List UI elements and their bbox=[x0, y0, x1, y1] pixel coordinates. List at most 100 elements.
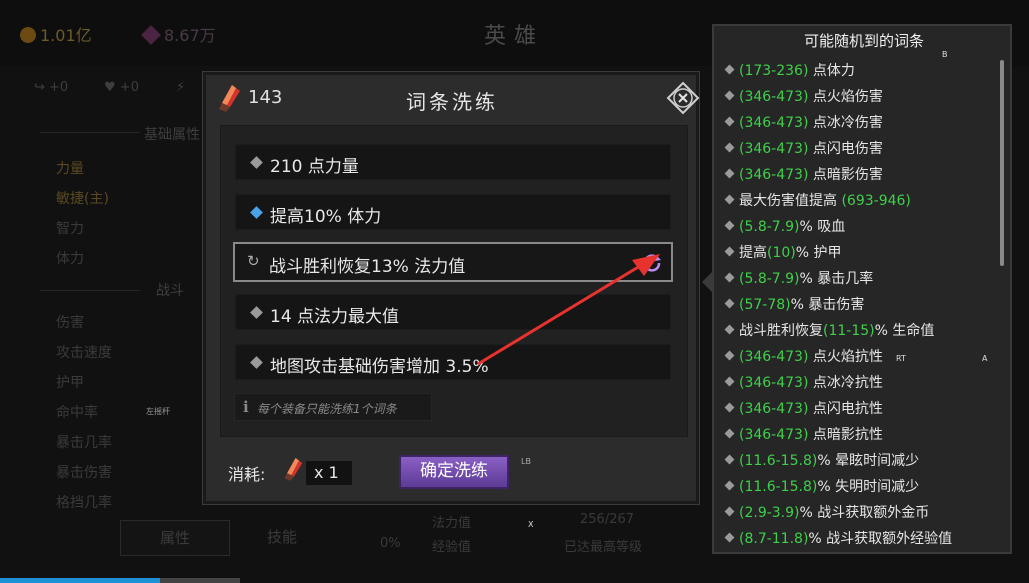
stat-a: ↪ +0 bbox=[34, 80, 69, 95]
affix-text: 14 点法力最大值 bbox=[270, 307, 400, 327]
pool-item-suffix: 点闪电伤害 bbox=[808, 141, 883, 157]
confirm-reroll-button[interactable]: 确定洗练 bbox=[399, 455, 509, 489]
gray-diamond-icon bbox=[724, 168, 735, 179]
dialog-title: 词条洗练 bbox=[406, 90, 498, 114]
pool-item: (346-473) 点冰冷伤害 bbox=[722, 112, 1002, 138]
pool-item-range: (11-15) bbox=[823, 323, 875, 339]
pool-item-range: (173-236) bbox=[739, 63, 809, 79]
panel-pointer bbox=[702, 272, 712, 292]
gray-diamond-icon bbox=[724, 116, 735, 127]
gem-value: 8.67万 bbox=[164, 26, 216, 45]
gray-diamond-icon bbox=[724, 532, 735, 543]
pool-item: (57-78)% 暴击伤害 bbox=[722, 294, 1002, 320]
pool-item-suffix: 点冰冷伤害 bbox=[808, 115, 883, 131]
stat-b: ♥ +0 bbox=[104, 80, 139, 95]
divider bbox=[40, 290, 140, 291]
gray-diamond-icon bbox=[724, 428, 735, 439]
affix-reroll-dialog: 143 词条洗练 210 点力量 提高10% 体力 ↻ 战斗胜利恢复13% 法力… bbox=[203, 72, 700, 504]
pool-item-suffix: % 暴击伤害 bbox=[790, 297, 865, 313]
pool-item-range: (5.8-7.9) bbox=[739, 271, 800, 287]
reroll-crystal-count: 143 bbox=[248, 87, 283, 108]
affix-row[interactable]: 210 点力量 bbox=[235, 144, 671, 180]
cost-quantity-text: x 1 bbox=[314, 463, 339, 482]
pool-item: 战斗胜利恢复(11-15)% 生命值 bbox=[722, 320, 1002, 346]
footer-mana-value: 256/267 bbox=[580, 512, 635, 527]
pool-item-range: (2.9-3.9) bbox=[739, 505, 800, 521]
pool-item-suffix: % 暴击几率 bbox=[799, 271, 874, 287]
pool-item-range: (346-473) bbox=[739, 167, 809, 183]
pool-item-suffix: 点冰冷抗性 bbox=[808, 375, 883, 391]
pool-item-range: (57-78) bbox=[739, 297, 791, 313]
tab-skills[interactable]: 技能 bbox=[232, 520, 332, 556]
affix-row[interactable]: 提高10% 体力 bbox=[235, 194, 671, 230]
gray-diamond-icon bbox=[724, 64, 735, 75]
battle-item: 命中率 bbox=[56, 405, 98, 421]
affix-list: 210 点力量 提高10% 体力 ↻ 战斗胜利恢复13% 法力值 14 点法力最… bbox=[220, 125, 688, 437]
affix-row[interactable]: 地图攻击基础伤害增加 3.5% bbox=[235, 344, 671, 380]
gray-diamond-icon bbox=[724, 246, 735, 257]
divider bbox=[40, 132, 140, 133]
refresh-small-icon: ↻ bbox=[247, 252, 260, 270]
a-button-tag: A bbox=[982, 354, 988, 363]
pool-item-suffix: 点暗影伤害 bbox=[808, 167, 883, 183]
pool-item-prefix: 提高 bbox=[739, 245, 767, 261]
affix-text: 210 点力量 bbox=[270, 157, 359, 177]
heart-icon: ♥ bbox=[104, 80, 116, 95]
affix-text: 提高10% 体力 bbox=[270, 207, 382, 227]
pool-item: (346-473) 点火焰伤害 bbox=[722, 86, 1002, 112]
loading-progress-rest bbox=[160, 578, 240, 583]
cost-quantity: x 1 bbox=[306, 461, 352, 485]
gray-diamond-icon bbox=[724, 142, 735, 153]
pool-item-suffix: 点闪电抗性 bbox=[808, 401, 883, 417]
pool-item: (5.8-7.9)% 暴击几率 bbox=[722, 268, 1002, 294]
gray-diamond-icon bbox=[724, 90, 735, 101]
basic-item: 体力 bbox=[56, 251, 84, 267]
affix-row-selected[interactable]: ↻ 战斗胜利恢复13% 法力值 bbox=[233, 242, 673, 282]
pool-item-range: (346-473) bbox=[739, 427, 809, 443]
pool-item-suffix: % 晕眩时间减少 bbox=[817, 453, 920, 469]
pool-item: (5.8-7.9)% 吸血 bbox=[722, 216, 1002, 242]
gray-diamond-icon bbox=[724, 350, 735, 361]
pool-item: (8.7-11.8)% 战斗获取额外经验值 bbox=[722, 528, 1002, 552]
gray-diamond-icon bbox=[724, 298, 735, 309]
affix-text: 战斗胜利恢复13% 法力值 bbox=[269, 257, 466, 277]
pool-item-range: (346-473) bbox=[739, 375, 809, 391]
gold-counter: 1.01亿 bbox=[20, 22, 92, 46]
battle-item: 暴击伤害 bbox=[56, 465, 112, 481]
pool-item-range: (10) bbox=[767, 245, 796, 261]
pool-item-suffix: 点火焰抗性 bbox=[808, 349, 883, 365]
pool-item: 提高(10)% 护甲 bbox=[722, 242, 1002, 268]
gem-icon bbox=[141, 25, 161, 45]
gray-diamond-icon bbox=[250, 156, 263, 169]
reroll-crystal-icon bbox=[219, 85, 240, 112]
affix-row[interactable]: 14 点法力最大值 bbox=[235, 294, 671, 330]
blue-diamond-icon bbox=[250, 206, 263, 219]
basic-item: 智力 bbox=[56, 221, 84, 237]
pool-list[interactable]: (173-236) 点体力 (346-473) 点火焰伤害 (346-473) 点冰… bbox=[722, 60, 1002, 552]
tab-attributes[interactable]: 属性 bbox=[120, 520, 230, 556]
pool-item-range: (693-946) bbox=[841, 193, 911, 209]
pool-scrollbar[interactable] bbox=[1000, 60, 1004, 266]
gold-coin-icon bbox=[20, 27, 36, 43]
pool-item: (346-473) 点闪电抗性 bbox=[722, 398, 1002, 424]
battle-item: 伤害 bbox=[56, 315, 84, 331]
pool-item: (11.6-15.8)% 失明时间减少 bbox=[722, 476, 1002, 502]
reroll-icon[interactable] bbox=[641, 252, 663, 274]
screen-title: 英雄 bbox=[484, 24, 545, 49]
lb-button-tag: LB bbox=[521, 457, 531, 466]
basic-item: 敏捷(主) bbox=[56, 191, 109, 207]
battle-item: 攻击速度 bbox=[56, 345, 112, 361]
gold-value: 1.01亿 bbox=[40, 26, 92, 45]
pool-item: (2.9-3.9)% 战斗获取额外金币 bbox=[722, 502, 1002, 528]
cost-label: 消耗: bbox=[228, 465, 266, 484]
pool-item-range: (346-473) bbox=[739, 141, 809, 157]
pool-item-range: (5.8-7.9) bbox=[739, 219, 800, 235]
battle-item: 暴击几率 bbox=[56, 435, 112, 451]
close-button[interactable] bbox=[666, 81, 700, 115]
pool-item-suffix: % 生命值 bbox=[874, 323, 935, 339]
footer-exp-label: 经验值 bbox=[432, 540, 472, 555]
hint-text: 每个装备只能洗练1个词条 bbox=[257, 402, 397, 416]
gem-counter: 8.67万 bbox=[141, 22, 216, 46]
gray-diamond-icon bbox=[724, 324, 735, 335]
rt-button-tag: RT bbox=[896, 354, 906, 363]
